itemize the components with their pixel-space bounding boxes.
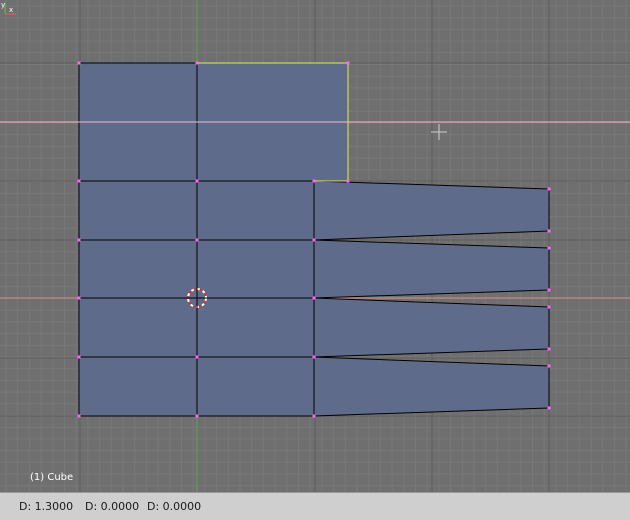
transform-status-bar: D: 1.3000 D: 0.0000 D: 0.0000 (0, 492, 630, 520)
delta-x-readout: D: 1.3000 (19, 500, 74, 513)
active-object-label: (1) Cube (30, 472, 74, 483)
mesh-face-5 (314, 298, 549, 357)
axis-gizmo-icon: y x (1, 1, 16, 15)
mesh-face-6 (314, 357, 549, 416)
delta-z-readout: D: 0.0000 (147, 500, 202, 513)
mesh-face-4 (314, 240, 549, 298)
mesh-face-3 (314, 181, 549, 240)
3d-viewport[interactable]: y x (1) Cube (0, 0, 630, 492)
viewport-canvas[interactable] (0, 0, 630, 492)
delta-y-readout: D: 0.0000 (85, 500, 140, 513)
axis-gizmo-y-label: y (1, 1, 5, 9)
mouse-crosshair-icon (431, 124, 447, 140)
axis-gizmo-x-label: x (9, 6, 13, 14)
